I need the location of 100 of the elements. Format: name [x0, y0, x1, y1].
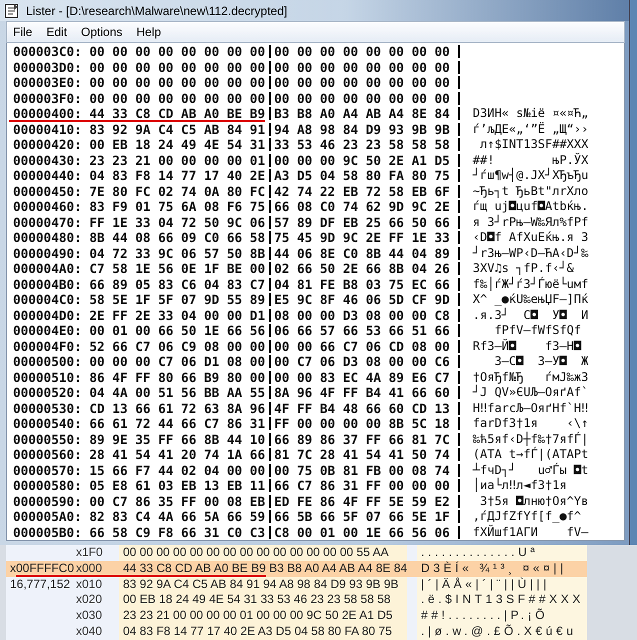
- hex-bytes: ED FE 86 4F FF 5E 59 E2: [274, 494, 450, 509]
- hex-bytes: 00 C7 86 35 FF 00 08 EB: [89, 494, 266, 509]
- hex-bytes: 4F FF B4 48 66 60 CD 13: [274, 400, 450, 416]
- hex-bytes: 04 4A 00 51 56 BB AA 55: [89, 385, 266, 400]
- hex-bytes: CD 13 66 61 72 63 8A 96: [89, 400, 266, 416]
- ascii-text: RfЗ—Й◘ fЗ—Н◘: [472, 338, 582, 354]
- offset-label: 00000410:: [13, 122, 83, 137]
- ascii-text: ‹D◘f АfXuEќњ.я 3: [472, 230, 588, 246]
- offset-label: 000004D0:: [13, 308, 83, 323]
- hex-bytes: 57 89 DF EB 25 66 50 66: [274, 214, 450, 230]
- ascii-text: я 3┘rPњ—W‰Ял%fPf: [472, 214, 588, 230]
- menu-item[interactable]: File: [7, 25, 40, 39]
- hex-bytes: 00 EB 18 24 49 4E 54 31: [89, 137, 266, 152]
- hex-bytes: FF 00 00 00 00 8B 5C 18: [274, 416, 450, 432]
- offset-label: 00000450:: [13, 184, 83, 199]
- hex-bytes: 33 53 46 23 23 58 58 58: [274, 137, 450, 152]
- offset-label: x040: [76, 624, 104, 640]
- ascii-text: .я.3┘ С◘ У◘ И: [472, 308, 588, 323]
- hex-bytes: 02 66 50 2E 66 8B 04 26: [274, 261, 450, 276]
- offset-label: 00000530:: [13, 400, 83, 416]
- hex-bytes: 00 00 00 9C 50 2E A1 D5: [274, 152, 450, 168]
- hex-bytes: 28 41 54 41 20 74 1A 66: [89, 447, 266, 462]
- hex-bytes: 00 01 00 66 50 1E 66 56: [89, 323, 266, 338]
- hex-bytes: 00 00 00 00 00 00 00 00: [89, 44, 266, 60]
- offset-label: x030: [76, 608, 104, 624]
- hex-bytes: 00 00 66 C7 06 CD 08 00: [274, 338, 450, 354]
- hex-bytes: A3 D5 04 58 80 FA 80 75: [274, 168, 450, 184]
- menu-item[interactable]: Edit: [40, 25, 76, 39]
- offset-label: 00000570:: [13, 462, 83, 478]
- hex-bytes: 86 4F FF 80 66 B9 80 00: [89, 370, 266, 385]
- hex-bytes: 58 5E 1F 5F 07 9D 55 89: [89, 292, 266, 308]
- selected-row-highlight[interactable]: x00FFFFC0 x000 44 33 C8 CD AB A0 BE B9 B3 B8 A0 A4 AB A4 8E 84 D3ÈÍ« ¾¹³¸ ¤«¤||: [6, 560, 587, 577]
- hex-bytes: 83 92 9A C4 C5 AB 84 91: [89, 122, 266, 137]
- offset-label: 00000510:: [13, 370, 83, 385]
- hex-bytes: 8A 96 4F FF B4 41 66 60: [274, 385, 450, 400]
- hex-bytes: 04 81 FE B8 03 75 EC 66: [274, 276, 450, 292]
- hex-bytes: 42 74 22 EB 72 58 EB 6F: [274, 184, 450, 199]
- hex-bytes: 00 00 00 00 00 00 00 00: [89, 75, 266, 90]
- hex-bytes: 66 C7 86 31 FF 00 00 00: [274, 478, 450, 494]
- hex-bytes: 00 00 00 00 00 00 00 00: [89, 90, 266, 106]
- hex-bytes: 00 00 00 C7 06 D1 08 00: [89, 354, 266, 370]
- offset-label: 00000430:: [13, 152, 83, 168]
- ascii-text: f‰│ѓЖ┘ѓЗ┘Ѓюё└uмf: [472, 276, 588, 292]
- ascii-text: ~Ђь┐t ЂьBt"лrXлo: [472, 184, 588, 199]
- hex-bytes: 44 06 8E C0 8B 44 04 89: [274, 246, 450, 261]
- ascii-text: |´|ÄÅ«|´|¨||Ù|||: [420, 576, 551, 592]
- ascii-text: †OяЂf№Ђ ѓмJ‰жЗ: [472, 370, 588, 384]
- hex-bytes: 06 66 57 66 53 66 51 66: [274, 323, 450, 338]
- offset-label: 000004C0:: [13, 292, 83, 308]
- ascii-text: ┘J QV»ЄUЉ–OяґAf`: [472, 385, 588, 400]
- ascii-text: D3ÈÍ« ¾¹³¸ ¤«¤||: [420, 560, 568, 577]
- address-label: x00FFFFC0: [10, 560, 74, 575]
- offset-label: 000005A0:: [13, 509, 83, 524]
- ascii-text: ##! њP.ЎХ: [472, 152, 588, 168]
- ascii-text: ‚ѓДJfZfYf[f_●f^: [472, 509, 582, 524]
- offset-label: 00000550:: [13, 432, 83, 447]
- ascii-text: ..............Uª: [420, 545, 540, 561]
- offset-label: 00000440:: [13, 168, 83, 184]
- hex-bytes: E5 9C 8F 46 06 5D CF 9D: [274, 292, 450, 308]
- hex-bytes: 81 7C 28 41 54 41 50 74: [274, 447, 450, 462]
- ascii-text: farDfЗ†1я ‹\↑: [472, 416, 588, 432]
- ascii-text: fPfV—fWfSfQf: [493, 323, 582, 338]
- hex-bytes: 8B 44 08 66 09 C0 66 58: [89, 230, 266, 246]
- window-title: Lister - [D:\research\Malware\new\112.decrypted]: [26, 4, 288, 18]
- ascii-text: ┴fчD┐┘ u♂Ѓы ◘t: [472, 462, 588, 478]
- offset-label: 00000420:: [13, 137, 83, 152]
- menu-item[interactable]: Help: [130, 25, 170, 39]
- hex-bytes: 00 00 00 00 00 00 00 00: [89, 60, 266, 75]
- offset-label: 000003E0:: [13, 75, 83, 90]
- offset-label: 00000400:: [13, 106, 83, 122]
- offset-label: 000003F0:: [13, 90, 83, 106]
- offset-label: 00000470:: [13, 214, 83, 230]
- ascii-text: З—С◘ З—У◘ Ж: [493, 354, 588, 370]
- hex-bytes: 2E FF 2E 33 04 00 00 D1: [89, 308, 266, 323]
- ascii-text: Н‼farcЉ–OяґHf`Н‼: [472, 400, 588, 416]
- hex-bytes: 04 83 F8 14 77 17 40 2E A3 D5 04 58 80 FA 80 75: [122, 624, 393, 640]
- hex-bytes: 66 08 C0 74 62 9D 9C 2E: [274, 199, 450, 214]
- hex-bytes: 00 00 00 00 00 00 00 00: [274, 44, 450, 60]
- offset-label: 000004F0:: [13, 338, 83, 354]
- ascii-text: ‰ћ5яf‹D┼f‰†7яfЃ|: [472, 432, 588, 446]
- hex-bytes: 00 00 00 00 00 00 00 00: [274, 75, 450, 90]
- menu-item[interactable]: Options: [75, 25, 130, 39]
- offset-label: 00000480:: [13, 230, 83, 246]
- offset-label: 000003D0:: [13, 60, 83, 75]
- hex-bytes: 66 5B 66 5F 07 66 5E 1F: [274, 509, 450, 524]
- hex-bytes: 66 89 05 83 C6 04 83 C7: [89, 276, 266, 292]
- hex-bytes: 00 00 83 EC 4A 89 E6 C7: [274, 370, 450, 385]
- offset-label: x020: [76, 592, 104, 608]
- hex-bytes: 66 58 C9 F8 66 31 C0 C3: [89, 524, 266, 540]
- ascii-text: │иa└л‼л◄fЗ†1я: [472, 478, 567, 494]
- hex-bytes: 00 75 0B 81 FB 00 08 74: [274, 462, 450, 478]
- hex-bytes: 83 F9 01 75 6A 08 F6 75: [89, 199, 266, 214]
- hex-bytes: 00 00 00 00 00 00 00 00 00 00 00 00 00 00 55 AA: [122, 545, 390, 561]
- hex-bytes: 94 A8 98 84 D9 93 9B 9B: [274, 122, 450, 137]
- offset-label: 00000580:: [13, 478, 83, 494]
- ascii-text: ┘r3њ—WP‹D—ЋА‹D┘‰: [472, 246, 588, 260]
- offset-label: 000004E0:: [13, 323, 83, 338]
- hex-bytes: 04 72 33 9C 06 57 50 8B: [89, 246, 266, 261]
- hex-bytes: 44 33 C8 CD AB A0 BE B9 B3 B8 A0 A4 AB A4 8E 84: [122, 560, 407, 577]
- hex-bytes: 08 00 00 D3 08 00 00 C8: [274, 308, 450, 323]
